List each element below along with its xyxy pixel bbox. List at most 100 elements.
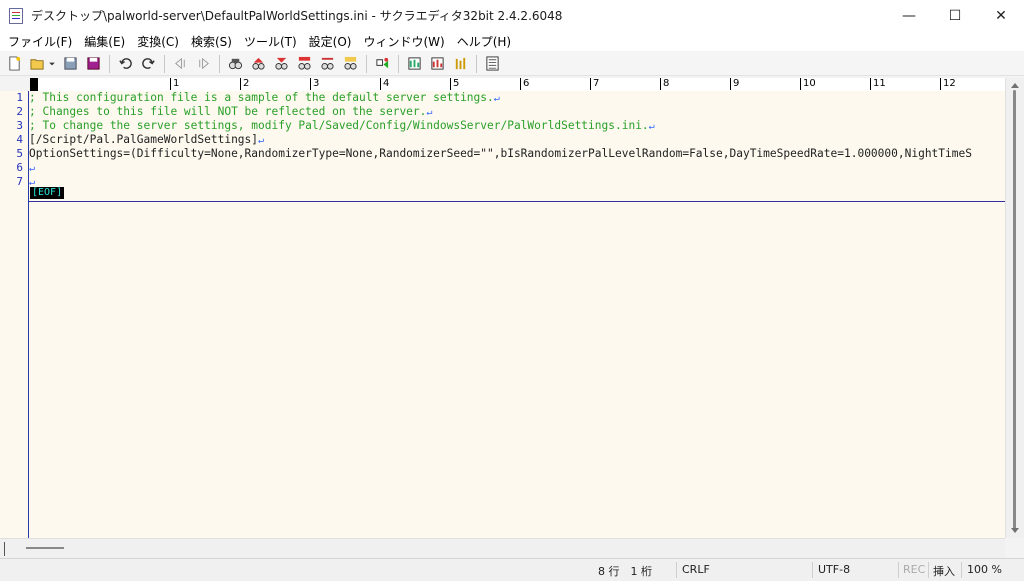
vertical-scrollbar[interactable]: [1005, 78, 1024, 538]
editor-line[interactable]: ; Changes to this file will NOT be refle…: [29, 105, 432, 120]
redo-button[interactable]: [138, 54, 158, 74]
ruler-tick: 6: [520, 78, 529, 90]
cursor-underline: [29, 201, 1005, 202]
comment-text: ; This configuration file is a sample of…: [29, 91, 494, 104]
jump-back-icon: [174, 57, 185, 70]
editor-line[interactable]: ↵: [29, 161, 35, 176]
grep-button[interactable]: [340, 54, 360, 74]
menu-help[interactable]: ヘルプ(H): [457, 33, 511, 50]
regex-search-button[interactable]: [294, 54, 314, 74]
editor-line[interactable]: ; This configuration file is a sample of…: [29, 91, 500, 106]
ruler-tick: 11: [870, 78, 886, 90]
horizontal-scrollbar[interactable]: [0, 538, 1005, 558]
outline-button[interactable]: [482, 54, 502, 74]
text-editor-area[interactable]: ; This configuration file is a sample of…: [29, 91, 1005, 538]
toolbar: [0, 52, 1024, 76]
save-button[interactable]: [60, 54, 80, 74]
tag-jump-icon: [375, 57, 388, 69]
status-bar: 8 行 1 桁 CRLF UTF-8 REC 挿入 100 %: [0, 558, 1024, 581]
search-down-icon: [274, 57, 288, 70]
zoom-indicator[interactable]: 100 %: [967, 563, 1002, 576]
regex-search-icon: [297, 56, 311, 70]
ruler: 1 2 3 4 5 6 7 8 9 10 11 12 13: [30, 78, 1005, 92]
eol-mark: ↵: [493, 93, 500, 104]
ruler-tick: 3: [310, 78, 319, 90]
line-ending-indicator[interactable]: CRLF: [682, 563, 710, 576]
menu-window[interactable]: ウィンドウ(W): [363, 33, 444, 50]
chevron-down-icon: [49, 62, 55, 66]
vertical-scroll-thumb[interactable]: [1013, 90, 1016, 530]
outline-icon: [485, 56, 499, 71]
ruler-cursor-marker: [30, 78, 38, 91]
section-text: [/Script/Pal.PalGameWorldSettings]: [29, 133, 259, 146]
comment-text: ; To change the server settings, modify …: [29, 119, 649, 132]
new-file-icon: [8, 56, 20, 71]
search-up-icon: [251, 57, 265, 70]
eol-mark: ↵: [258, 135, 265, 146]
line-number: 2: [16, 105, 23, 118]
menu-file[interactable]: ファイル(F): [8, 33, 72, 50]
editor-line[interactable]: ; To change the server settings, modify …: [29, 119, 655, 134]
maximize-button[interactable]: ☐: [932, 0, 978, 31]
scroll-up-icon[interactable]: [1011, 83, 1019, 88]
tag-jump-button[interactable]: [372, 54, 392, 74]
scroll-down-icon[interactable]: [1011, 528, 1019, 533]
grep-icon: [343, 56, 357, 70]
macro-run-button[interactable]: [427, 54, 447, 74]
open-dropdown-button[interactable]: [47, 54, 57, 74]
macro-settings-icon: [455, 57, 465, 70]
macro-icon: [407, 57, 421, 70]
editor-line[interactable]: [/Script/Pal.PalGameWorldSettings]↵: [29, 133, 264, 148]
cursor-position: 8 行 1 桁: [598, 565, 652, 578]
menu-settings[interactable]: 設定(O): [309, 33, 352, 50]
ruler-tick: 10: [800, 78, 816, 90]
title-bar: デスクトップ\palworld-server\DefaultPalWorldSe…: [0, 0, 1024, 31]
undo-button[interactable]: [115, 54, 135, 74]
ruler-tick: 4: [380, 78, 389, 90]
eol-mark: ↵: [426, 107, 433, 118]
ruler-tick: 1: [170, 78, 179, 90]
ruler-tick: 12: [940, 78, 956, 90]
menu-edit[interactable]: 編集(E): [84, 33, 125, 50]
macro-button[interactable]: [404, 54, 424, 74]
option-settings-text: OptionSettings=(Difficulty=None,Randomiz…: [29, 147, 972, 160]
line-number: 5: [16, 147, 23, 160]
status-separator: [928, 562, 929, 578]
close-button[interactable]: ✕: [978, 0, 1024, 31]
jump-prev-button[interactable]: [170, 54, 190, 74]
binoculars-icon: [228, 58, 242, 70]
line-number-gutter[interactable]: 1 2 3 4 5 6 7: [0, 91, 29, 538]
search-next-button[interactable]: [271, 54, 291, 74]
open-file-button[interactable]: [27, 54, 47, 74]
line-number: 7: [16, 175, 23, 188]
macro-settings-button[interactable]: [450, 54, 470, 74]
ruler-tick: 9: [730, 78, 739, 90]
ruler-tick: 5: [450, 78, 459, 90]
replace-icon: [320, 57, 334, 70]
line-number: 4: [16, 133, 23, 146]
sakura-editor-app-icon[interactable]: [9, 7, 23, 24]
open-folder-icon: [29, 59, 44, 70]
line-number: 3: [16, 119, 23, 132]
minimize-button[interactable]: —: [886, 0, 932, 31]
toolbar-separator: [219, 54, 220, 73]
search-button[interactable]: [225, 54, 245, 74]
new-file-button[interactable]: [4, 54, 24, 74]
save-as-button[interactable]: [83, 54, 103, 74]
insert-mode-indicator[interactable]: 挿入: [933, 563, 955, 579]
editor-line[interactable]: OptionSettings=(Difficulty=None,Randomiz…: [29, 147, 972, 161]
menu-convert[interactable]: 変換(C): [137, 33, 179, 50]
menu-search[interactable]: 検索(S): [191, 33, 232, 50]
undo-icon: [118, 58, 132, 69]
jump-next-button[interactable]: [193, 54, 213, 74]
horizontal-scroll-thumb[interactable]: [26, 547, 64, 549]
comment-text: ; Changes to this file will NOT be refle…: [29, 105, 427, 118]
replace-button[interactable]: [317, 54, 337, 74]
encoding-indicator[interactable]: UTF-8: [818, 563, 850, 576]
save-as-icon: [86, 57, 100, 70]
toolbar-separator: [109, 54, 110, 73]
search-prev-button[interactable]: [248, 54, 268, 74]
status-separator: [676, 562, 677, 578]
toolbar-separator: [398, 54, 399, 73]
menu-tools[interactable]: ツール(T): [244, 33, 297, 50]
